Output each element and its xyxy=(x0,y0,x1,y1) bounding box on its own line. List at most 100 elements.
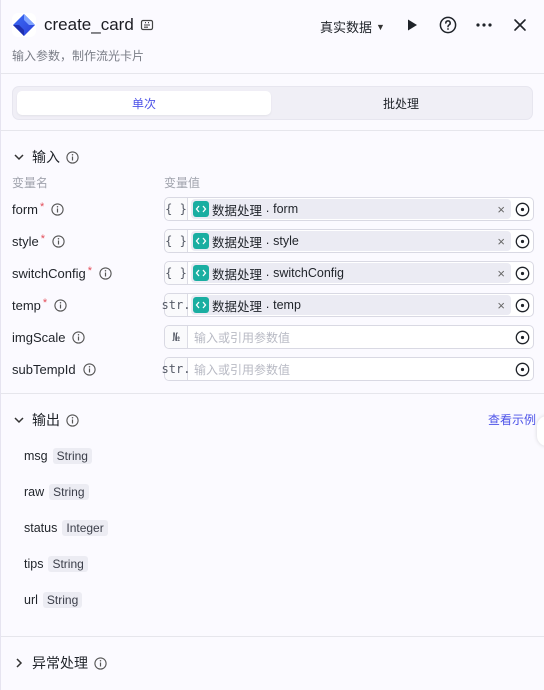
param-value-form[interactable]: { } 数据处理 · form × xyxy=(164,197,534,221)
info-icon xyxy=(54,299,67,312)
column-header-name: 变量名 xyxy=(12,176,49,190)
divider xyxy=(1,393,544,394)
clear-reference-button[interactable]: × xyxy=(497,266,505,281)
input-placeholder: 输入或引用参数值 xyxy=(194,362,291,377)
output-item-status: status Integer xyxy=(24,520,108,536)
reference-chip: 数据处理 · switchConfig × xyxy=(191,263,511,283)
code-icon xyxy=(193,201,209,217)
view-example-link[interactable]: 查看示例 xyxy=(488,411,536,428)
play-icon xyxy=(408,19,417,31)
edit-icon[interactable] xyxy=(140,18,154,32)
reference-picker-icon[interactable] xyxy=(515,202,530,217)
run-button[interactable] xyxy=(400,13,424,37)
clear-reference-button[interactable]: × xyxy=(497,298,505,313)
help-button[interactable] xyxy=(436,13,460,37)
output-name: status xyxy=(24,521,58,535)
code-icon xyxy=(193,265,209,281)
param-name-form: form * xyxy=(12,200,64,217)
exception-section-header[interactable]: 异常处理 xyxy=(12,653,107,673)
close-button[interactable] xyxy=(508,13,532,37)
type-number-icon: № xyxy=(165,326,188,348)
reference-chip: 数据处理 · form × xyxy=(191,199,511,219)
output-item-raw: raw String xyxy=(24,484,89,500)
reference-picker-icon[interactable] xyxy=(515,234,530,249)
info-icon xyxy=(72,331,86,344)
output-type-badge: String xyxy=(49,484,89,500)
info-icon xyxy=(66,150,79,164)
data-source-select[interactable]: 真实数据 ▼ xyxy=(320,17,385,36)
tab-single[interactable]: 单次 xyxy=(17,91,271,115)
divider xyxy=(1,636,544,637)
param-value-switchconfig[interactable]: { } 数据处理 · switchConfig × xyxy=(164,261,534,285)
chevron-down-icon xyxy=(14,154,24,161)
column-header-value: 变量值 xyxy=(164,176,201,190)
output-item-msg: msg String xyxy=(24,448,92,464)
reference-variable: form xyxy=(273,202,299,216)
output-type-badge: String xyxy=(52,448,92,464)
divider xyxy=(1,130,544,131)
param-label: imgScale xyxy=(12,330,66,345)
output-type-badge: String xyxy=(48,556,88,572)
output-name: msg xyxy=(24,449,48,463)
reference-source: 数据处理 · xyxy=(212,267,270,282)
param-label: subTempId xyxy=(12,362,76,377)
run-mode-tabs: 单次 批处理 xyxy=(12,86,533,120)
output-name: url xyxy=(24,593,38,607)
code-icon xyxy=(193,233,209,249)
exception-section-title: 异常处理 xyxy=(32,655,88,671)
info-icon xyxy=(51,203,64,216)
param-value-style[interactable]: { } 数据处理 · style × xyxy=(164,229,534,253)
output-item-tips: tips String xyxy=(24,556,88,572)
clear-reference-button[interactable]: × xyxy=(497,202,505,217)
type-object-icon: { } xyxy=(165,198,188,220)
output-type-badge: String xyxy=(42,592,83,608)
param-label: switchConfig xyxy=(12,266,86,281)
required-mark: * xyxy=(87,264,92,277)
help-icon xyxy=(439,16,457,34)
reference-variable: temp xyxy=(273,298,301,312)
clear-reference-button[interactable]: × xyxy=(497,234,505,249)
output-type-badge: Integer xyxy=(62,520,108,536)
param-name-switchconfig: switchConfig * xyxy=(12,264,112,281)
required-mark: * xyxy=(42,296,48,309)
type-string-icon: str. xyxy=(162,358,190,380)
node-title: create_card xyxy=(44,15,134,34)
param-name-style: style * xyxy=(12,232,65,249)
info-icon xyxy=(52,235,65,248)
reference-picker-icon[interactable] xyxy=(515,266,530,281)
input-section-header[interactable]: 输入 xyxy=(12,147,79,167)
reference-variable: style xyxy=(273,234,299,248)
required-mark: * xyxy=(40,200,45,213)
info-icon xyxy=(94,656,107,670)
output-section-header[interactable]: 输出 xyxy=(12,410,79,430)
more-button[interactable] xyxy=(472,13,496,37)
reference-picker-icon[interactable] xyxy=(515,298,530,313)
output-section-title: 输出 xyxy=(32,412,60,428)
reference-source: 数据处理 · xyxy=(212,299,270,314)
reference-picker-icon[interactable] xyxy=(515,362,530,377)
input-placeholder: 输入或引用参数值 xyxy=(194,330,291,345)
panel-header: create_card 输入参数，制作流光卡片 真实数据 ▼ xyxy=(1,0,544,74)
param-name-subtempid: subTempId xyxy=(12,362,96,377)
reference-source: 数据处理 · xyxy=(212,203,270,218)
caret-down-icon: ▼ xyxy=(376,21,385,32)
param-name-imgscale: imgScale xyxy=(12,330,86,345)
param-value-subtempid[interactable]: str. 输入或引用参数值 xyxy=(162,357,534,381)
panel-resize-handle[interactable] xyxy=(537,416,544,446)
data-source-label: 真实数据 xyxy=(320,20,373,35)
tab-batch[interactable]: 批处理 xyxy=(274,91,528,115)
reference-variable: switchConfig xyxy=(273,266,344,280)
param-label: form xyxy=(12,202,38,217)
type-object-icon: { } xyxy=(165,230,188,252)
type-object-icon: { } xyxy=(165,262,188,284)
chevron-down-icon xyxy=(14,417,24,424)
param-name-temp: temp * xyxy=(12,296,67,313)
required-mark: * xyxy=(40,232,46,245)
node-test-panel: create_card 输入参数，制作流光卡片 真实数据 ▼ 单次 批处理 输入… xyxy=(0,0,544,690)
param-value-imgscale[interactable]: № 输入或引用参数值 xyxy=(164,325,534,349)
param-value-temp[interactable]: str. 数据处理 · temp × xyxy=(162,293,534,317)
chevron-right-icon xyxy=(16,658,23,668)
reference-picker-icon[interactable] xyxy=(515,330,530,345)
reference-source: 数据处理 · xyxy=(212,235,270,250)
close-icon xyxy=(514,19,526,31)
